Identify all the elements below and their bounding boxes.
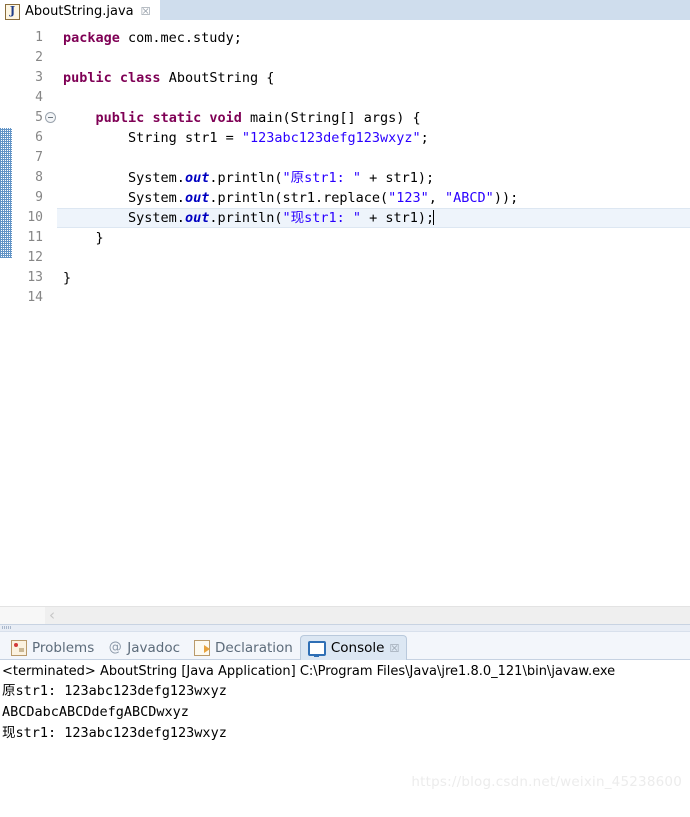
- console-output-line: ABCDabcABCDdefgABCDwxyz: [2, 704, 189, 720]
- fold-collapse-icon[interactable]: [45, 112, 56, 123]
- code-line-10: System.out.println("现str1: " + str1);: [57, 208, 690, 228]
- tab-label: Declaration: [215, 640, 293, 656]
- declaration-icon: [194, 640, 211, 656]
- code-line-13: }: [57, 268, 690, 288]
- line-number: 13: [27, 270, 43, 285]
- panel-divider-sash[interactable]: [0, 624, 690, 632]
- code-token: + str1);: [361, 210, 435, 226]
- code-token: System.: [128, 190, 185, 206]
- code-token: com.mec.study;: [119, 30, 242, 46]
- tab-label: Javadoc: [127, 640, 181, 656]
- line-number: 3: [35, 70, 43, 85]
- line-number: 10: [27, 210, 43, 225]
- line-number: 5: [12, 108, 56, 128]
- code-token: ;: [420, 130, 429, 146]
- editor-horizontal-scrollbar[interactable]: ‹: [0, 606, 690, 624]
- code-token: }: [63, 230, 104, 246]
- line-number: 1: [35, 30, 43, 45]
- static-field-token: out: [184, 170, 210, 186]
- line-number: 2: [35, 50, 43, 65]
- code-token: String: [128, 130, 177, 146]
- line-number: 4: [35, 90, 43, 105]
- line-number: 9: [35, 190, 43, 205]
- console-output-line: 现str1: 123abc123defg123wxyz: [2, 725, 227, 741]
- keyword-token: package: [63, 30, 120, 46]
- code-token: .println(: [209, 210, 283, 226]
- change-marker: [0, 128, 12, 258]
- tab-declaration[interactable]: Declaration: [187, 636, 300, 660]
- console-view[interactable]: <terminated> AboutString [Java Applicati…: [0, 660, 690, 812]
- code-token: main(String[] args) {: [241, 110, 421, 126]
- scroll-left-icon[interactable]: ‹: [45, 608, 55, 623]
- string-literal: "现str1: ": [282, 210, 362, 226]
- code-token: AboutString {: [160, 70, 275, 86]
- close-icon[interactable]: ☒: [141, 6, 151, 17]
- code-line-9: System.out.println(str1.replace("123", "…: [57, 188, 690, 208]
- editor-tab-bar: AboutString.java ☒: [0, 0, 690, 22]
- line-number: 8: [35, 170, 43, 185]
- code-token: .println(str1.replace(: [209, 190, 389, 206]
- keyword-token: public: [63, 70, 112, 86]
- string-literal: "ABCD": [445, 190, 494, 206]
- line-number: 11: [27, 230, 43, 245]
- line-number: 7: [35, 150, 43, 165]
- code-token: + str1);: [361, 170, 435, 186]
- problems-icon: [11, 640, 27, 656]
- bottom-view-tab-bar: Problems @ Javadoc Declaration Console ☒: [0, 632, 690, 660]
- string-literal: "原str1: ": [282, 170, 362, 186]
- line-number: 14: [27, 290, 43, 305]
- keyword-token: void: [209, 110, 242, 126]
- static-field-token: out: [184, 210, 210, 226]
- tab-problems[interactable]: Problems: [4, 636, 101, 660]
- line-number: 12: [27, 250, 43, 265]
- code-line-5: public static void main(String[] args) {: [57, 108, 690, 128]
- code-token: }: [63, 270, 72, 286]
- keyword-token: public: [95, 110, 145, 126]
- code-token: System.: [128, 210, 185, 226]
- console-process-header: <terminated> AboutString [Java Applicati…: [2, 664, 616, 679]
- tab-javadoc[interactable]: @ Javadoc: [101, 636, 187, 660]
- code-token: ,: [428, 190, 446, 206]
- code-line-6: String str1 = "123abc123defg123wxyz";: [57, 128, 690, 148]
- code-token: System.: [128, 170, 185, 186]
- scrollbar-left-pad: [0, 607, 45, 624]
- code-token: .println(: [209, 170, 283, 186]
- editor-tab-aboutstring[interactable]: AboutString.java ☒: [0, 1, 157, 22]
- code-line-1: package com.mec.study;: [57, 28, 690, 48]
- line-number: 6: [35, 130, 43, 145]
- editor-tab-label: AboutString.java: [25, 4, 134, 19]
- code-token: str1 =: [176, 130, 242, 146]
- folding-gutter[interactable]: [45, 23, 57, 606]
- code-editor[interactable]: 1 2 3 4 5 6 7 8 9 10 11 12 13 14 package…: [0, 22, 690, 606]
- line-number-gutter: 1 2 3 4 5 6 7 8 9 10 11 12 13 14: [12, 23, 56, 606]
- keyword-token: class: [119, 70, 161, 86]
- java-file-icon: [5, 3, 20, 20]
- tab-label: Problems: [32, 640, 95, 656]
- static-field-token: out: [184, 190, 210, 206]
- watermark: https://blog.csdn.net/weixin_45238600: [411, 774, 682, 790]
- console-output-line: 原str1: 123abc123defg123wxyz: [2, 683, 227, 699]
- string-literal: "123abc123defg123wxyz": [241, 130, 421, 146]
- text-cursor: [433, 210, 435, 225]
- code-token: ));: [493, 190, 519, 206]
- code-line-3: public class AboutString {: [57, 68, 690, 88]
- code-text-area[interactable]: package com.mec.study; public class Abou…: [57, 23, 690, 606]
- string-literal: "123": [388, 190, 429, 206]
- keyword-token: static: [152, 110, 202, 126]
- code-line-11: }: [57, 228, 690, 248]
- javadoc-icon: @: [108, 640, 122, 655]
- close-icon[interactable]: ☒: [389, 643, 399, 654]
- tab-console[interactable]: Console ☒: [299, 635, 408, 660]
- code-line-8: System.out.println("原str1: " + str1);: [57, 168, 690, 188]
- tab-label: Console: [330, 640, 385, 656]
- marker-overview-bar[interactable]: [0, 23, 12, 606]
- console-icon: [307, 640, 326, 657]
